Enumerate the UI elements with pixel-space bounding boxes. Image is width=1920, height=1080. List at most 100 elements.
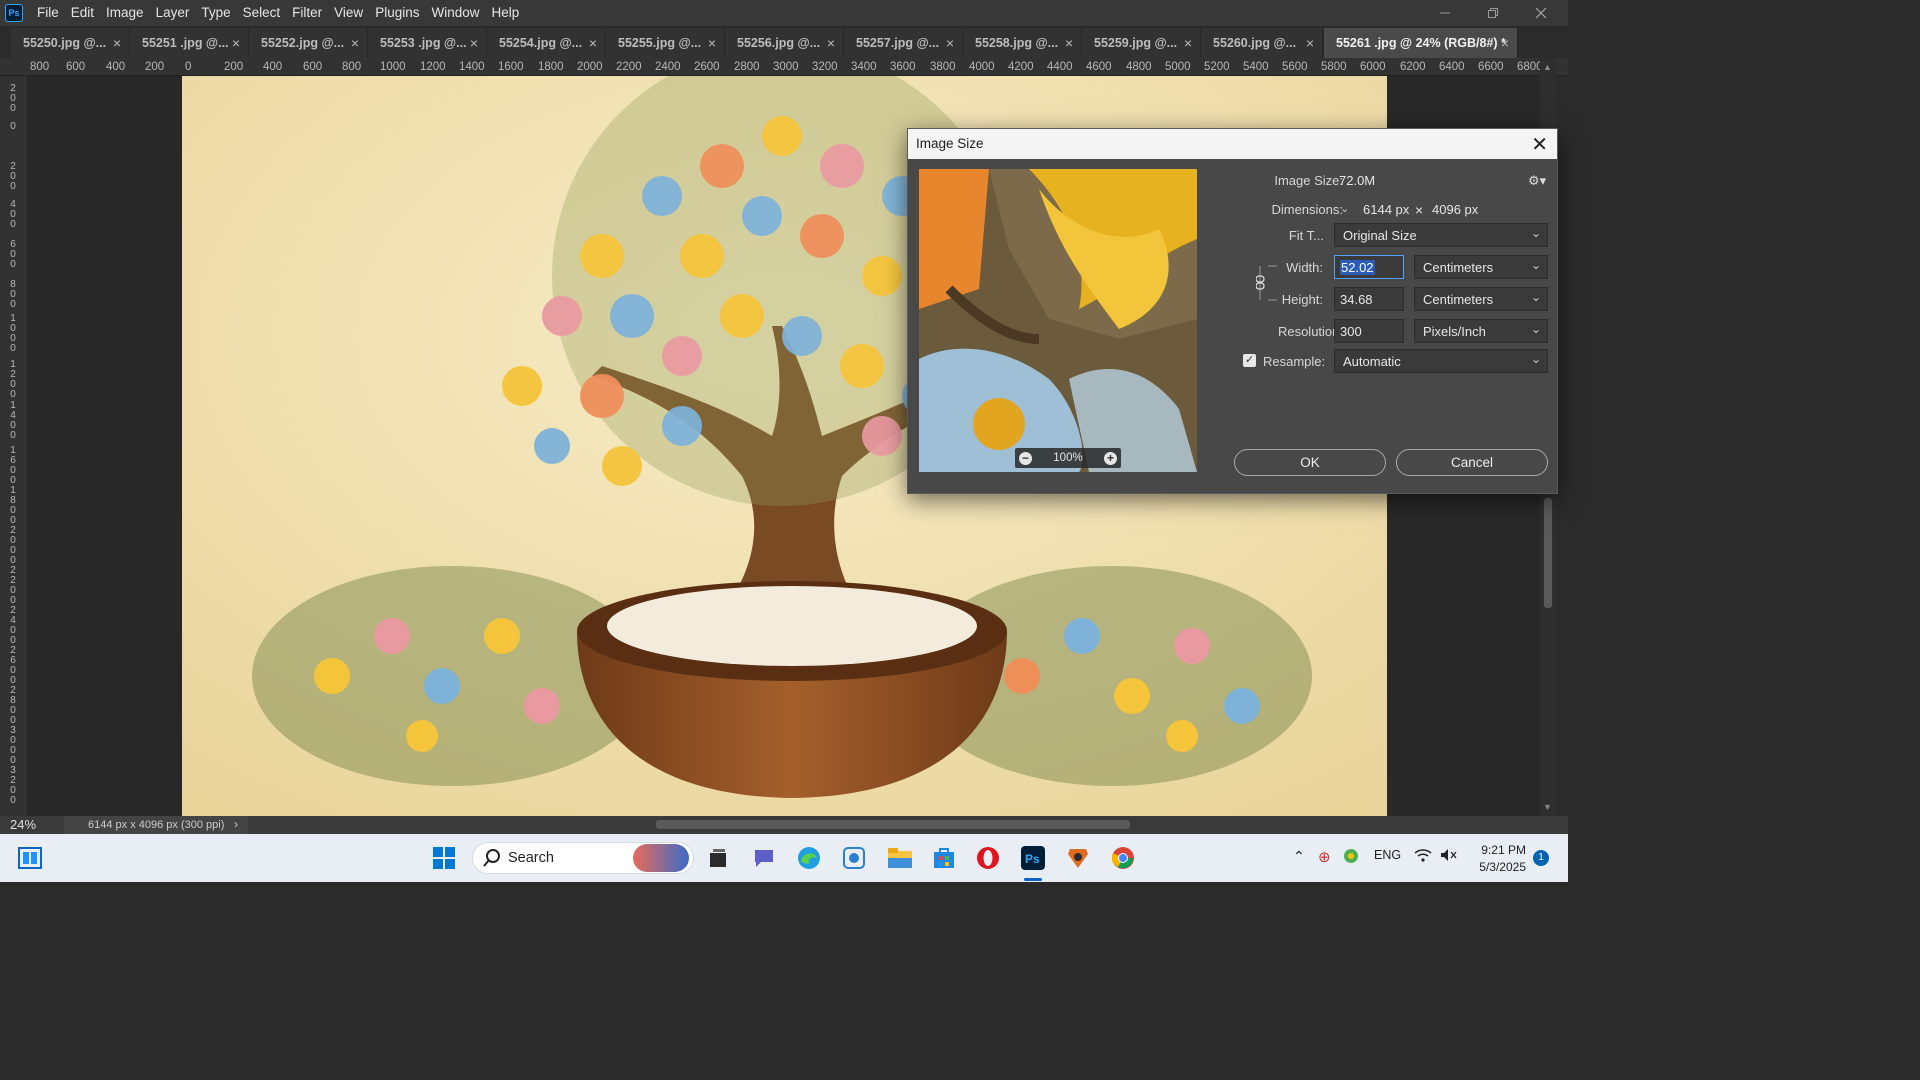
settings-gear-icon[interactable]: ⚙▾: [1528, 173, 1546, 189]
edge-browser-icon[interactable]: [795, 844, 823, 872]
notification-badge[interactable]: 1: [1533, 850, 1549, 866]
minimize-icon[interactable]: [1422, 0, 1468, 26]
ruler-label: 400: [263, 61, 283, 73]
resolution-unit-dropdown[interactable]: Pixels/Inch ⌄: [1414, 319, 1548, 343]
teams-chat-icon[interactable]: [750, 844, 778, 872]
wifi-icon[interactable]: [1414, 848, 1432, 865]
tab-close-icon[interactable]: ×: [113, 35, 121, 51]
horizontal-scrollbar[interactable]: [256, 816, 1540, 834]
tab-55250[interactable]: 55250.jpg @... ×: [11, 28, 130, 58]
tab-55255[interactable]: 55255.jpg @... ×: [606, 28, 725, 58]
ruler-label: 3000: [10, 725, 16, 766]
scroll-up-icon[interactable]: ▲: [1543, 62, 1552, 72]
resample-checkbox[interactable]: ✓: [1243, 354, 1256, 367]
tab-55259[interactable]: 55259.jpg @... ×: [1082, 28, 1201, 58]
close-window-icon[interactable]: [1518, 0, 1564, 26]
menu-layer[interactable]: Layer: [150, 0, 196, 26]
ruler-label: 2200: [616, 61, 642, 73]
scroll-down-icon[interactable]: ▼: [1543, 802, 1552, 812]
resolution-input[interactable]: 300: [1334, 319, 1404, 343]
restore-icon[interactable]: [1470, 0, 1516, 26]
tab-close-icon[interactable]: ×: [946, 35, 954, 51]
tab-55256[interactable]: 55256.jpg @... ×: [725, 28, 844, 58]
tab-close-icon[interactable]: ×: [1065, 35, 1073, 51]
image-preview[interactable]: − 100% +: [919, 169, 1197, 472]
tab-close-icon[interactable]: ×: [1501, 35, 1509, 51]
fit-to-dropdown[interactable]: Original Size ⌄: [1334, 223, 1548, 247]
photoshop-taskbar-icon[interactable]: Ps: [1019, 844, 1047, 872]
opera-browser-icon[interactable]: [974, 844, 1002, 872]
menu-window[interactable]: Window: [425, 0, 485, 26]
show-hidden-icons-icon[interactable]: ⌃: [1293, 848, 1305, 865]
tab-55252[interactable]: 55252.jpg @... ×: [249, 28, 368, 58]
horizontal-ruler[interactable]: 800 600 400 200 0 200 400 600 800 1000 1…: [0, 58, 1568, 76]
snipping-tool-icon[interactable]: [840, 844, 868, 872]
grammarly-icon[interactable]: [1064, 844, 1092, 872]
menu-type[interactable]: Type: [195, 0, 236, 26]
width-value: 52.02: [1340, 260, 1375, 275]
dimensions-dropdown-icon[interactable]: ⌄: [1340, 202, 1354, 216]
microsoft-store-icon[interactable]: [930, 844, 958, 872]
ruler-label: 600: [303, 61, 323, 73]
start-icon[interactable]: [430, 844, 458, 872]
taskbar-search-box[interactable]: Search: [472, 842, 694, 874]
zoom-in-icon[interactable]: +: [1103, 451, 1117, 465]
menu-plugins[interactable]: Plugins: [369, 0, 425, 26]
menu-help[interactable]: Help: [485, 0, 525, 26]
tab-close-icon[interactable]: ×: [1184, 35, 1192, 51]
ruler-label: 6200: [1400, 61, 1426, 73]
active-app-indicator: [1024, 878, 1042, 881]
clock-time[interactable]: 9:21 PM: [1481, 843, 1526, 857]
widgets-icon[interactable]: [16, 844, 44, 872]
tab-55251[interactable]: 55251 .jpg @... ×: [130, 28, 249, 58]
language-indicator[interactable]: ENG: [1374, 848, 1401, 862]
tab-close-icon[interactable]: ×: [827, 35, 835, 51]
tab-close-icon[interactable]: ×: [1306, 35, 1314, 51]
chevron-down-icon: ⌄: [1530, 352, 1541, 366]
tab-55260[interactable]: 55260.jpg @... ×: [1201, 28, 1323, 58]
tab-close-icon[interactable]: ×: [708, 35, 716, 51]
width-input[interactable]: 52.02: [1334, 255, 1404, 279]
network-drive-icon[interactable]: [1342, 848, 1360, 867]
ok-button[interactable]: OK: [1234, 449, 1386, 476]
vertical-scroll-thumb[interactable]: [1544, 498, 1552, 608]
cancel-button[interactable]: Cancel: [1396, 449, 1548, 476]
height-input[interactable]: 34.68: [1334, 287, 1404, 311]
dialog-close-icon[interactable]: ✕: [1531, 132, 1548, 157]
volume-muted-icon[interactable]: [1440, 848, 1458, 865]
dialog-titlebar[interactable]: Image Size ✕: [908, 129, 1557, 159]
menu-filter[interactable]: Filter: [286, 0, 328, 26]
tab-55253[interactable]: 55253 .jpg @... ×: [368, 28, 487, 58]
vertical-ruler[interactable]: 200 0 200 400 600 800 1000 1200 1400 160…: [0, 76, 28, 816]
height-unit-dropdown[interactable]: Centimeters ⌄: [1414, 287, 1548, 311]
tab-55257[interactable]: 55257.jpg @... ×: [844, 28, 963, 58]
task-view-icon[interactable]: [704, 844, 732, 872]
tab-55258[interactable]: 55258.jpg @... ×: [963, 28, 1082, 58]
horizontal-scroll-thumb[interactable]: [656, 820, 1130, 829]
zoom-out-icon[interactable]: −: [1019, 451, 1032, 465]
file-explorer-icon[interactable]: [886, 844, 914, 872]
vpn-icon[interactable]: ⊕: [1318, 848, 1331, 866]
menu-file[interactable]: File: [31, 0, 65, 26]
menu-image[interactable]: Image: [100, 0, 150, 26]
status-menu-arrow-icon[interactable]: ›: [234, 817, 238, 831]
tab-close-icon[interactable]: ×: [232, 35, 240, 51]
clock-date[interactable]: 5/3/2025: [1479, 860, 1526, 874]
menu-bar: Ps File Edit Image Layer Type Select Fil…: [0, 0, 1568, 26]
ruler-label: 3800: [930, 61, 956, 73]
tab-close-icon[interactable]: ×: [470, 35, 478, 51]
tab-close-icon[interactable]: ×: [351, 35, 359, 51]
resample-method-dropdown[interactable]: Automatic ⌄: [1334, 349, 1548, 373]
menu-edit[interactable]: Edit: [65, 0, 100, 26]
chrome-browser-icon[interactable]: [1109, 844, 1137, 872]
width-unit-dropdown[interactable]: Centimeters ⌄: [1414, 255, 1548, 279]
tab-label: 55256.jpg @...: [737, 36, 821, 50]
menu-select[interactable]: Select: [237, 0, 287, 26]
tab-55261-active[interactable]: 55261 .jpg @ 24% (RGB/8#) * ×: [1324, 28, 1518, 58]
tab-55254[interactable]: 55254.jpg @... ×: [487, 28, 606, 58]
zoom-level[interactable]: 24%: [10, 817, 36, 832]
ruler-label: 200: [145, 61, 165, 73]
menu-view[interactable]: View: [328, 0, 369, 26]
chevron-down-icon: ⌄: [1530, 226, 1541, 240]
tab-close-icon[interactable]: ×: [589, 35, 597, 51]
